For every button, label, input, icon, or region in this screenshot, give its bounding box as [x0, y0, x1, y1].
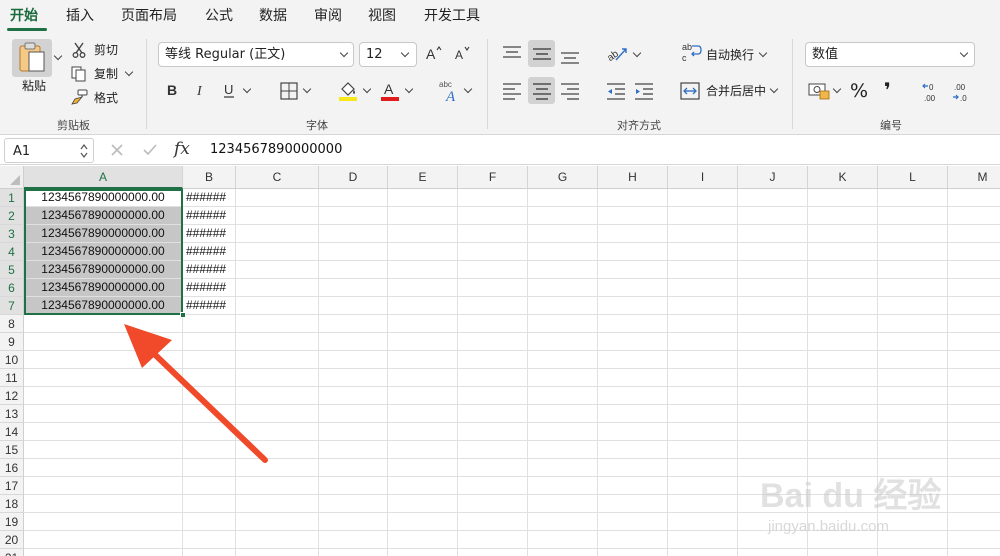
annotation-arrow — [124, 324, 268, 463]
excel-window: 开始 插入 页面布局 公式 数据 审阅 视图 开发工具 粘贴 剪切 复制 格式 … — [0, 0, 1000, 556]
arrow-shaft — [145, 345, 268, 463]
